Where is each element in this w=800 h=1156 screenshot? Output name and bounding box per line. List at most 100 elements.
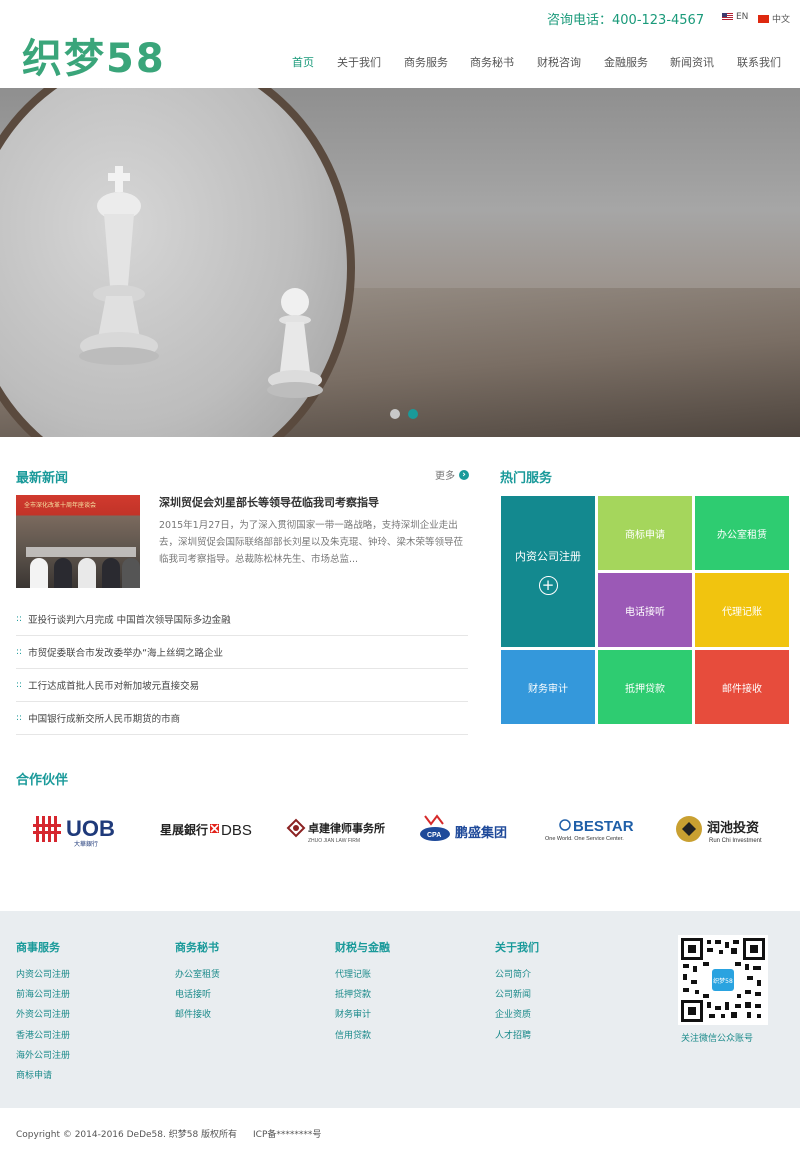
svg-text:织梦58: 织梦58 (713, 977, 733, 985)
svg-text:大華銀行: 大華銀行 (74, 840, 98, 848)
footer-column-finance: 财税与金融 代理记账 抵押贷款 财务审计 信用贷款 (335, 939, 390, 1046)
footer-link[interactable]: 电话接听 (175, 985, 220, 1005)
lang-en-label: EN (736, 12, 749, 22)
news-featured-image[interactable]: 全市深化改革十周年座谈会 (16, 495, 140, 588)
dbs-logo-icon: 星展銀行 DBS (160, 822, 252, 839)
footer-link[interactable]: 财务审计 (335, 1005, 390, 1025)
footer-link[interactable]: 商标申请 (16, 1066, 70, 1086)
lang-cn-label: 中文 (772, 15, 791, 25)
news-featured-title[interactable]: 深圳贸促会刘星部长等领导莅临我司考察指导 (159, 494, 379, 510)
nav-item-home[interactable]: 首页 (292, 54, 314, 70)
uob-logo-icon: UOB 大華銀行 (33, 816, 115, 848)
footer-column-about: 关于我们 公司简介 公司新闻 企业资质 人才招聘 (495, 939, 539, 1046)
service-tile-label: 邮件接收 (722, 683, 762, 695)
svg-text:润池投资: 润池投资 (707, 820, 759, 836)
bullet-icon: :: (16, 713, 23, 723)
nav-item-news[interactable]: 新闻资讯 (670, 54, 714, 70)
news-more-link[interactable]: 更多 › (435, 467, 469, 482)
svg-text:ZHUO JIAN LAW FIRM: ZHUO JIAN LAW FIRM (308, 838, 360, 844)
carousel-dots (390, 409, 418, 419)
service-tile-label: 办公室租赁 (717, 529, 767, 541)
footer-link[interactable]: 内资公司注册 (16, 965, 70, 985)
news-item-title: 工行达成首批人民币对新加坡元直接交易 (28, 681, 200, 692)
partner-logo-runchi[interactable]: 润池投资 Run Chi Investment (672, 806, 780, 852)
footer-link[interactable]: 海外公司注册 (16, 1046, 70, 1066)
news-featured-summary: 2015年1月27日，为了深入贯彻国家一带一路战略，支持深圳企业走出去，深圳贸促… (159, 520, 464, 565)
service-tile-office-rental[interactable]: 办公室租赁 (695, 496, 789, 570)
footer-link[interactable]: 抵押贷款 (335, 985, 390, 1005)
nav-item-financial-services[interactable]: 金融服务 (604, 54, 648, 70)
footer-link[interactable]: 企业资质 (495, 1005, 539, 1025)
service-tile-mortgage-loan[interactable]: 抵押贷款 (598, 650, 692, 724)
service-tile-label: 内资公司注册 (515, 550, 581, 563)
news-list-item[interactable]: :: 亚投行谈判六月完成 中国首次领导国际多边金融 (16, 603, 468, 636)
bullet-icon: :: (16, 680, 23, 690)
svg-text:One World. One Service Center.: One World. One Service Center. (545, 836, 624, 842)
hero-banner[interactable] (0, 88, 800, 437)
partner-logo-zhuojian[interactable]: 卓建律师事务所 ZHUO JIAN LAW FIRM (283, 806, 395, 852)
copyright-text: Copyright © 2014-2016 DeDe58. 织梦58 版权所有 (16, 1130, 238, 1140)
arrow-right-circle-icon: › (459, 469, 469, 480)
service-tile-label: 抵押贷款 (625, 683, 665, 695)
footer-link[interactable]: 公司简介 (495, 965, 539, 985)
footer-column-business: 商事服务 内资公司注册 前海公司注册 外资公司注册 香港公司注册 海外公司注册 … (16, 939, 70, 1086)
footer-link[interactable]: 外资公司注册 (16, 1005, 70, 1025)
footer-column-title: 关于我们 (495, 941, 539, 954)
runchi-logo-icon: 润池投资 Run Chi Investment (676, 816, 762, 844)
carousel-dot-2[interactable] (408, 409, 418, 419)
footer-link[interactable]: 香港公司注册 (16, 1026, 70, 1046)
carousel-dot-1[interactable] (390, 409, 400, 419)
footer-link[interactable]: 邮件接收 (175, 1005, 220, 1025)
plus-circle-icon: + (538, 576, 558, 595)
nav-item-tax-consulting[interactable]: 财税咨询 (537, 54, 581, 70)
nav-item-business-secretary[interactable]: 商务秘书 (470, 54, 514, 70)
footer-column-title: 商务秘书 (175, 941, 219, 954)
partner-logo-uob[interactable]: UOB 大華銀行 (28, 806, 138, 852)
svg-text:DBS: DBS (221, 822, 252, 839)
service-tile-trademark[interactable]: 商标申请 (598, 496, 692, 570)
news-list-item[interactable]: :: 工行达成首批人民币对新加坡元直接交易 (16, 669, 468, 702)
lang-cn-link[interactable]: 中文 (758, 12, 790, 25)
svg-text:鹏盛集团: 鹏盛集团 (455, 825, 507, 841)
footer-column-title: 商事服务 (16, 941, 60, 954)
service-tile-phone-answering[interactable]: 电话接听 (598, 573, 692, 647)
partner-logo-bestar[interactable]: BESTAR One World. One Service Center. (542, 806, 654, 852)
us-flag-icon (722, 13, 733, 21)
nav-item-business-services[interactable]: 商务服务 (404, 54, 448, 70)
news-list-item[interactable]: :: 市贸促委联合市发改委举办“海上丝绸之路企业 (16, 636, 468, 669)
partner-logo-pengsheng[interactable]: CPA 鹏盛集团 (418, 806, 522, 852)
footer-link[interactable]: 人才招聘 (495, 1026, 539, 1046)
partner-logo-dbs[interactable]: 星展銀行 DBS (157, 806, 263, 852)
footer-column-secretary: 商务秘书 办公室租赁 电话接听 邮件接收 (175, 939, 220, 1026)
footer-link[interactable]: 代理记账 (335, 965, 390, 985)
footer-column-title: 财税与金融 (335, 941, 390, 954)
news-item-title: 亚投行谈判六月完成 中国首次领导国际多边金融 (28, 615, 231, 626)
bullet-icon: :: (16, 614, 23, 624)
footer-link[interactable]: 公司新闻 (495, 985, 539, 1005)
bullet-icon: :: (16, 647, 23, 657)
svg-text:Run Chi Investment: Run Chi Investment (709, 838, 762, 844)
lang-en-link[interactable]: EN (722, 12, 748, 22)
footer-link[interactable]: 信用贷款 (335, 1026, 390, 1046)
icp-text[interactable]: ICP备********号 (253, 1127, 321, 1140)
chess-pawn-image (267, 288, 323, 398)
news-item-title: 市贸促委联合市发改委举办“海上丝绸之路企业 (28, 648, 224, 659)
more-label: 更多 (435, 471, 455, 482)
news-image-person (54, 558, 72, 588)
service-tile-domestic-company-registration[interactable]: 内资公司注册 + (501, 496, 595, 647)
nav-item-about[interactable]: 关于我们 (337, 54, 381, 70)
news-list-item[interactable]: :: 中国银行成新交所人民币期货的市商 (16, 702, 468, 735)
news-list: :: 亚投行谈判六月完成 中国首次领导国际多边金融 :: 市贸促委联合市发改委举… (16, 603, 468, 735)
service-tile-bookkeeping[interactable]: 代理记账 (695, 573, 789, 647)
footer-link[interactable]: 办公室租赁 (175, 965, 220, 985)
qr-caption: 关注微信公众账号 (681, 1034, 754, 1044)
footer-link[interactable]: 前海公司注册 (16, 985, 70, 1005)
svg-text:卓建律师事务所: 卓建律师事务所 (308, 821, 385, 835)
bestar-logo-icon: BESTAR One World. One Service Center. (545, 818, 634, 842)
news-section-title: 最新新闻 (16, 471, 69, 486)
service-tile-mail-receiving[interactable]: 邮件接收 (695, 650, 789, 724)
svg-text:星展銀行: 星展銀行 (160, 822, 208, 837)
wechat-qr-code: 织梦58 (678, 935, 768, 1025)
nav-item-contact[interactable]: 联系我们 (737, 54, 781, 70)
service-tile-audit[interactable]: 财务审计 (501, 650, 595, 724)
